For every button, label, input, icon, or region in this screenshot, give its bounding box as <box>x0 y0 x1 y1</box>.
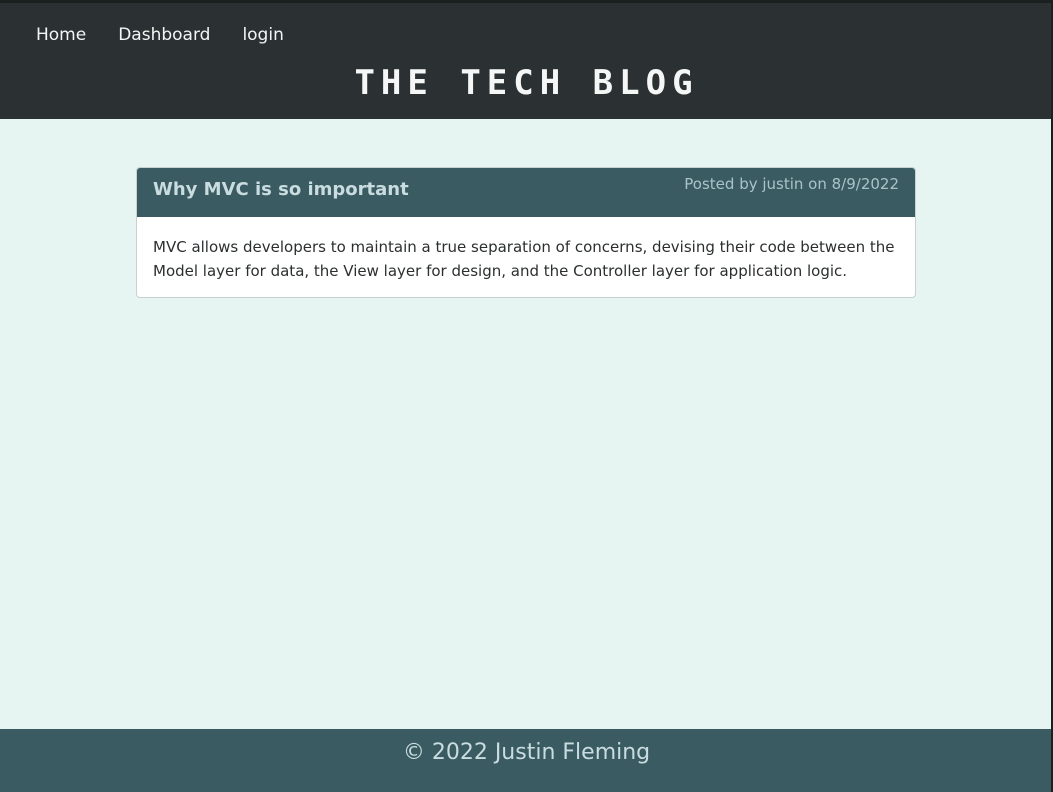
site-header: Home Dashboard login The Tech Blog <box>0 0 1053 119</box>
main-nav: Home Dashboard login <box>36 25 284 45</box>
post-body: MVC allows developers to maintain a true… <box>153 238 895 280</box>
copyright-text: © 2022 Justin Fleming <box>402 740 651 765</box>
post-meta: Posted by justin on 8/9/2022 <box>684 175 899 193</box>
post-title[interactable]: Why MVC is so important <box>153 179 409 200</box>
nav-link-dashboard[interactable]: Dashboard <box>118 25 210 45</box>
post-header: Why MVC is so important Posted by justin… <box>137 168 915 217</box>
nav-link-login[interactable]: login <box>242 25 283 45</box>
nav-link-home[interactable]: Home <box>36 25 86 45</box>
site-footer: © 2022 Justin Fleming <box>0 729 1053 792</box>
site-title: The Tech Blog <box>354 63 699 103</box>
post-card[interactable]: Why MVC is so important Posted by justin… <box>136 167 916 298</box>
